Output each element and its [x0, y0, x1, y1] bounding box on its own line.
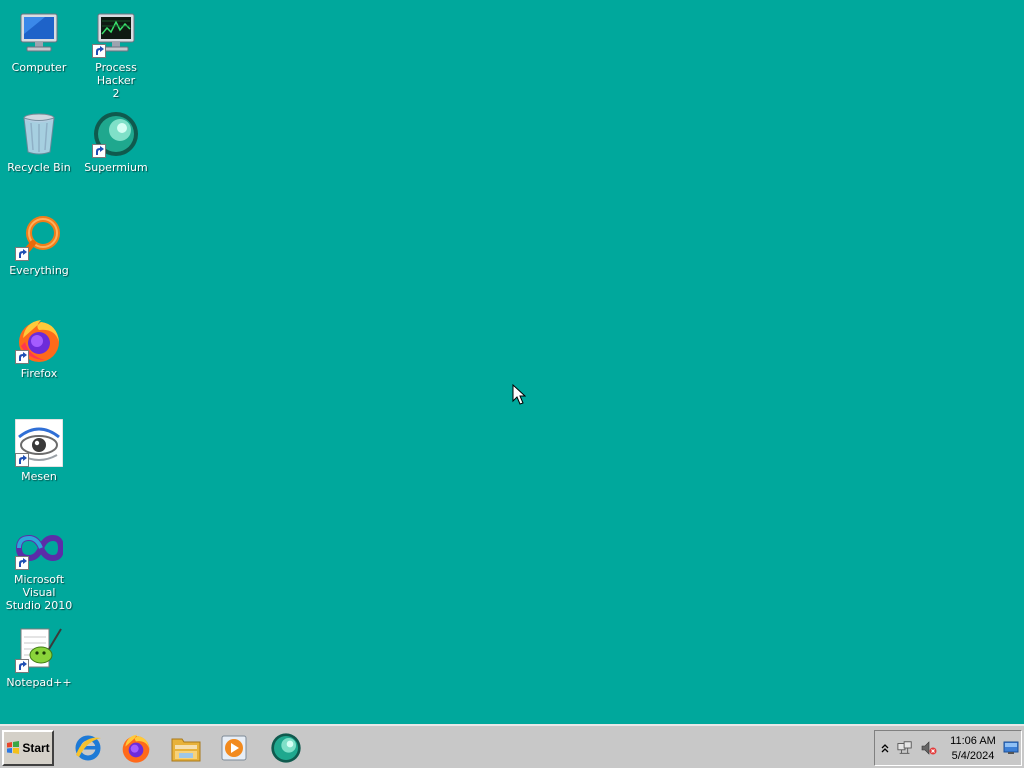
desktop-icon-visual-studio[interactable]: Microsoft Visual Studio 2010: [0, 522, 78, 612]
firefox-icon: [15, 316, 63, 364]
desktop-icon-label: Firefox: [20, 367, 58, 380]
clock-time: 11:06 AM: [950, 735, 996, 747]
shortcut-arrow-icon: [15, 350, 29, 364]
shortcut-arrow-icon: [92, 144, 106, 158]
shortcut-arrow-icon: [15, 247, 29, 261]
taskbar-firefox[interactable]: [118, 730, 154, 766]
internet-explorer-icon: [75, 735, 101, 761]
clock[interactable]: 11:06 AM 5/4/2024: [945, 734, 1001, 764]
file-explorer-icon: [171, 738, 201, 762]
desktop-icon-label: Recycle Bin: [7, 161, 71, 174]
supermium-icon: [92, 110, 140, 158]
desktop-icon-process-hacker[interactable]: Process Hacker 2: [77, 10, 155, 100]
show-desktop-icon[interactable]: [1003, 740, 1019, 754]
volume-muted-icon[interactable]: [921, 740, 937, 756]
taskbar-internet-explorer[interactable]: [70, 730, 106, 766]
everything-icon: [15, 213, 63, 261]
desktop-icon-computer[interactable]: Computer: [0, 10, 78, 74]
desktop-icon-label: Supermium: [84, 161, 148, 174]
clock-date: 5/4/2024: [951, 750, 995, 762]
start-label: Start: [22, 741, 50, 755]
supermium-icon: [271, 733, 301, 763]
desktop-icon-everything[interactable]: Everything: [0, 213, 78, 277]
desktop-icon-recycle-bin[interactable]: Recycle Bin: [0, 110, 78, 174]
mouse-pointer-icon: [512, 384, 526, 405]
network-icon[interactable]: [897, 740, 913, 756]
notification-area: 11:06 AM 5/4/2024: [874, 730, 1022, 766]
mesen-icon: [15, 419, 63, 467]
desktop-icon-firefox[interactable]: Firefox: [0, 316, 78, 380]
taskbar: Start 11:06 AM 5/4/2024: [0, 724, 1024, 768]
desktop[interactable]: Computer Process Hacker 2 Recycle Bin Su…: [0, 0, 1024, 724]
shortcut-arrow-icon: [15, 659, 29, 673]
taskbar-file-explorer[interactable]: [168, 730, 204, 766]
desktop-icon-label: Mesen: [21, 470, 57, 483]
desktop-icon-label: Computer: [11, 61, 67, 74]
media-player-icon: [221, 735, 247, 761]
notepadpp-icon: [15, 625, 63, 673]
desktop-icon-notepadpp[interactable]: Notepad++: [0, 625, 78, 689]
visual-studio-icon: [15, 522, 63, 570]
process-hacker-icon: [92, 10, 140, 58]
recycle-bin-icon: [15, 110, 63, 158]
windows-flag-icon: [7, 741, 20, 754]
desktop-icon-supermium[interactable]: Supermium: [77, 110, 155, 174]
start-button[interactable]: Start: [2, 730, 54, 766]
desktop-icon-mesen[interactable]: Mesen: [0, 419, 78, 483]
desktop-icon-label: Notepad++: [6, 676, 72, 689]
show-hidden-icons-chevron[interactable]: [877, 740, 893, 756]
shortcut-arrow-icon: [15, 556, 29, 570]
taskbar-media-player[interactable]: [216, 730, 252, 766]
desktop-icon-label: Everything: [9, 264, 69, 277]
firefox-icon: [122, 734, 150, 763]
desktop-icon-label: Process Hacker 2: [95, 61, 137, 100]
shortcut-arrow-icon: [92, 44, 106, 58]
desktop-icon-label: Microsoft Visual Studio 2010: [5, 573, 73, 612]
taskbar-supermium[interactable]: [268, 730, 304, 766]
shortcut-arrow-icon: [15, 453, 29, 467]
computer-icon: [15, 10, 63, 58]
